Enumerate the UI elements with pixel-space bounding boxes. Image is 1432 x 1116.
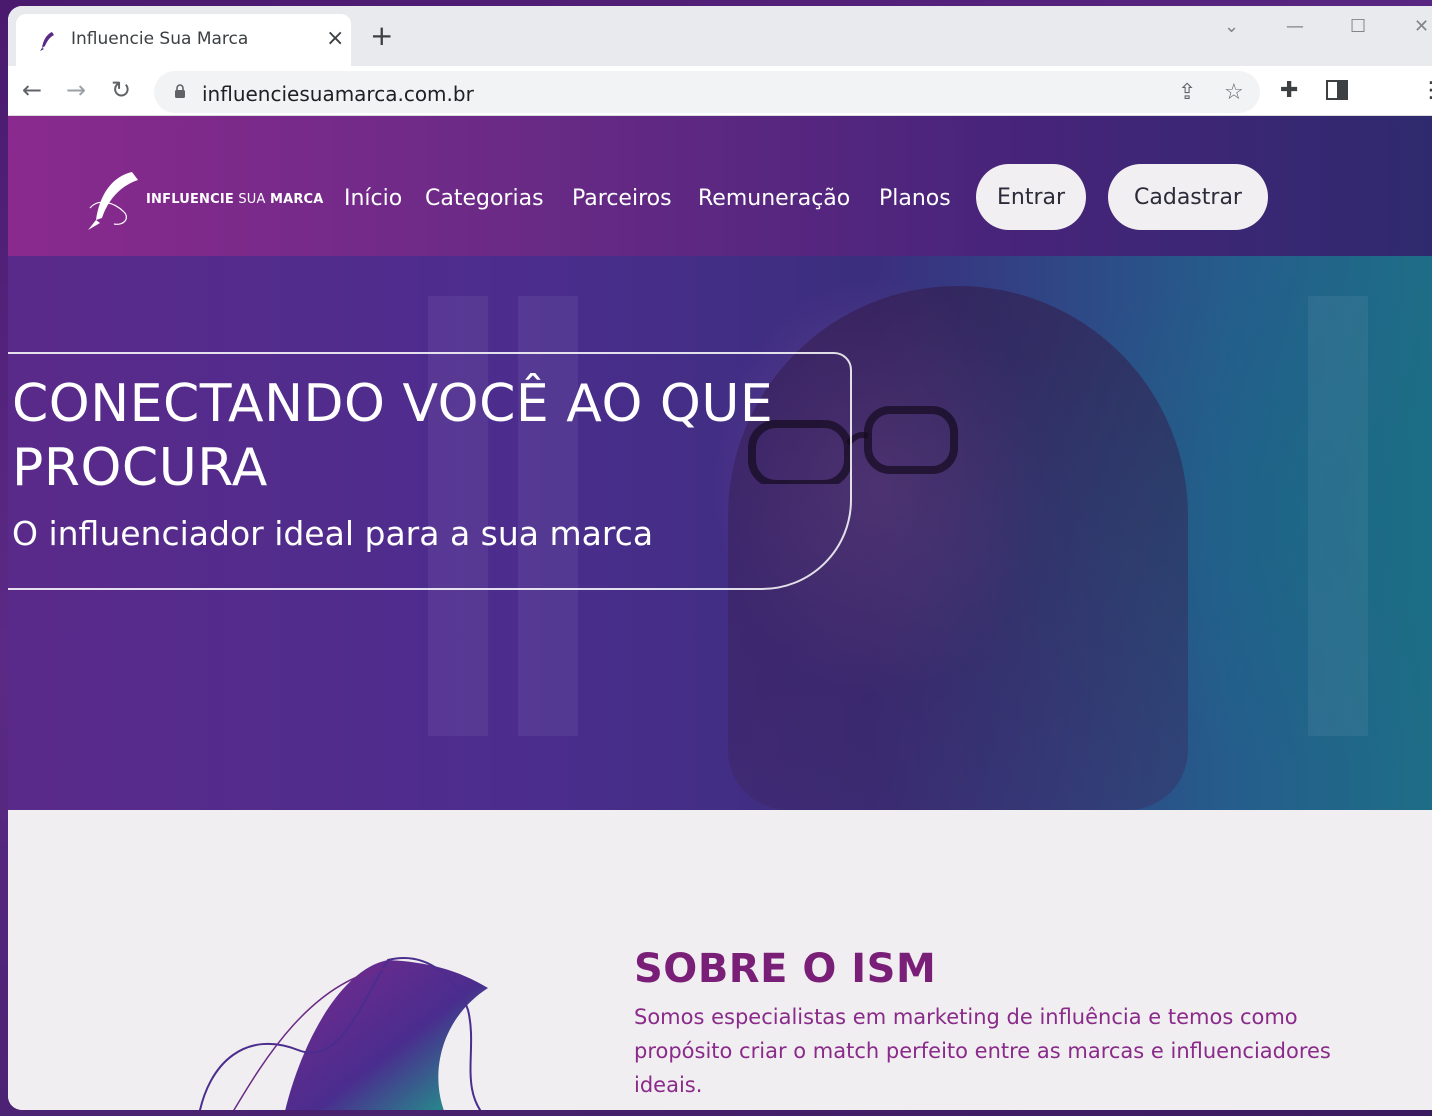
login-button[interactable]: Entrar [976,164,1086,230]
nav-link-remuneracao[interactable]: Remuneração [698,186,850,211]
address-bar[interactable]: influenciesuamarca.com.br ⇪ ☆ [154,71,1260,113]
about-description: Somos especialistas em marketing de infl… [634,1005,1331,1097]
forward-icon[interactable]: → [66,78,86,102]
page-viewport: INFLUENCIE SUA MARCA Início Categorias P… [8,116,1432,1110]
close-tab-icon[interactable]: × [326,26,344,51]
nav-link-parceiros[interactable]: Parceiros [572,186,672,211]
new-tab-button[interactable]: + [370,22,393,50]
tab-title: Influencie Sua Marca [71,29,249,49]
tab-search-icon[interactable]: ⌄ [1224,16,1239,37]
nav-link-categorias[interactable]: Categorias [425,186,544,211]
bird-favicon-icon [40,32,54,51]
lock-icon [175,84,185,98]
bookmark-star-icon[interactable]: ☆ [1224,80,1244,105]
hero-section: CONECTANDO VOCÊ AO QUE PROCURA O influen… [8,256,1432,810]
nav-link-inicio[interactable]: Início [344,186,402,211]
back-icon[interactable]: ← [22,78,42,102]
url-text[interactable]: influenciesuamarca.com.br [202,82,474,106]
logo-wordmark[interactable]: INFLUENCIE SUA MARCA [146,192,324,207]
bird-logo-icon[interactable] [84,168,144,232]
nav-link-planos[interactable]: Planos [879,186,951,211]
minimize-icon[interactable]: — [1286,16,1304,37]
about-section: SOBRE O ISM Somos especialistas em marke… [8,810,1432,1110]
hero-title: CONECTANDO VOCÊ AO QUE PROCURA [12,374,774,498]
reload-icon[interactable]: ↻ [111,78,131,102]
about-title: SOBRE O ISM [634,946,937,992]
hero-background-window [1308,296,1368,736]
logo-word-marca: MARCA [269,192,324,207]
bird-illustration-icon [199,957,488,1110]
signup-button[interactable]: Cadastrar [1108,164,1268,230]
logo-word-sua: SUA [238,192,266,207]
extensions-puzzle-icon[interactable]: ✚ [1280,78,1298,103]
share-icon[interactable]: ⇪ [1178,80,1196,105]
hero-subtitle: O influenciador ideal para a sua marca [12,514,654,553]
site-header: INFLUENCIE SUA MARCA Início Categorias P… [8,116,1432,256]
hero-card: CONECTANDO VOCÊ AO QUE PROCURA O influen… [8,352,852,590]
browser-tab[interactable]: Influencie Sua Marca × [16,14,351,70]
tab-strip: Influencie Sua Marca × + ⌄ — ☐ ✕ [8,6,1432,70]
side-panel-icon[interactable] [1326,80,1348,100]
close-window-icon[interactable]: ✕ [1414,16,1429,37]
browser-window: Influencie Sua Marca × + ⌄ — ☐ ✕ ← → ↻ i… [8,6,1432,1110]
menu-kebab-icon[interactable]: ⋮ [1420,78,1432,103]
logo-word-influencie: INFLUENCIE [146,192,234,207]
maximize-icon[interactable]: ☐ [1350,16,1366,37]
browser-toolbar: ← → ↻ influenciesuamarca.com.br ⇪ ☆ ✚ ⋮ [8,66,1432,116]
